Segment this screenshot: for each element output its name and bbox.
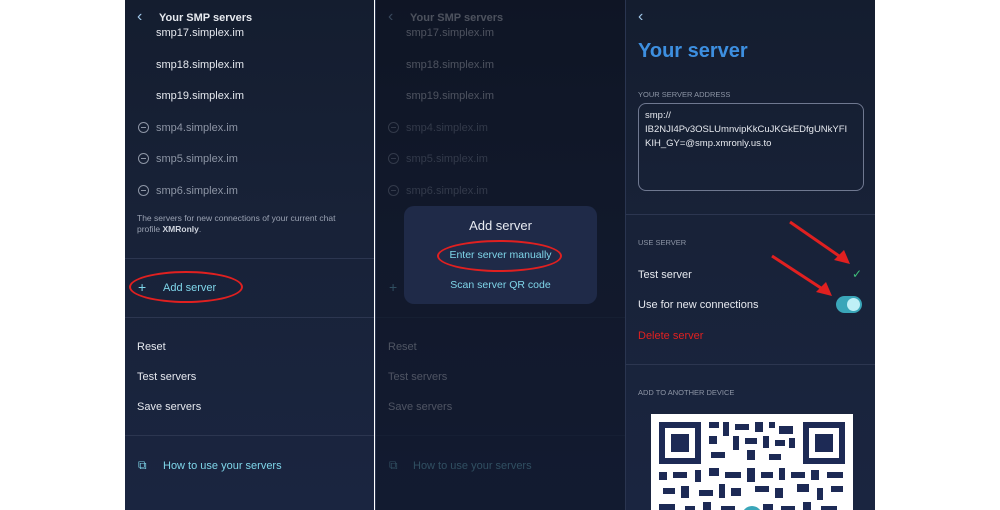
section-label: ADD TO ANOTHER DEVICE — [638, 388, 735, 397]
scan-qr-option[interactable]: Scan server QR code — [404, 279, 597, 291]
server-item-disabled[interactable]: smp5.simplex.im — [156, 153, 238, 165]
panel-server-list: ‹ Your SMP servers smp17.simplex.im smp1… — [125, 0, 374, 510]
divider — [626, 214, 875, 215]
page-title: Your server — [638, 40, 748, 62]
divider — [125, 435, 374, 436]
server-item[interactable]: smp18.simplex.im — [156, 59, 244, 71]
chevron-left-icon[interactable]: ‹ — [137, 8, 142, 26]
panel-add-server-dialog: ‹ Your SMP servers smp17.simplex.im smp1… — [376, 0, 625, 510]
server-item[interactable]: smp17.simplex.im — [156, 27, 244, 39]
divider — [125, 258, 374, 259]
divider — [125, 317, 374, 318]
divider — [626, 364, 875, 365]
test-servers-button[interactable]: Test servers — [137, 371, 196, 383]
test-server-button[interactable]: Test server — [638, 269, 692, 281]
server-address-field[interactable]: smp:// IB2NJI4Pv3OSLUmnvipKkCuJKGkEDfgUN… — [638, 103, 864, 191]
qr-pattern: ✕ — [659, 422, 845, 510]
highlight-ellipse — [129, 271, 243, 303]
chevron-left-icon[interactable]: ‹ — [638, 8, 643, 26]
highlight-ellipse — [437, 240, 562, 272]
server-item[interactable]: smp19.simplex.im — [156, 90, 244, 102]
use-for-new-label: Use for new connections — [638, 299, 759, 311]
annotation-arrow — [771, 254, 832, 296]
server-qr-code: ✕ — [651, 414, 853, 510]
profile-note: The servers for new connections of your … — [137, 213, 336, 234]
section-label: USE SERVER — [638, 238, 687, 247]
reset-button[interactable]: Reset — [137, 341, 166, 353]
server-item-disabled[interactable]: smp4.simplex.im — [156, 122, 238, 134]
page-title: Your SMP servers — [159, 12, 253, 24]
external-link-icon: ⧉ — [138, 458, 147, 472]
save-servers-button[interactable]: Save servers — [137, 401, 201, 413]
how-to-link[interactable]: How to use your servers — [163, 460, 282, 472]
dialog-title: Add server — [469, 218, 532, 233]
delete-server-button[interactable]: Delete server — [638, 330, 703, 342]
minus-circle-icon — [138, 153, 149, 164]
section-label: YOUR SERVER ADDRESS — [638, 90, 731, 99]
minus-circle-icon — [138, 185, 149, 196]
panel-server-details: ‹ Your server YOUR SERVER ADDRESS smp://… — [626, 0, 875, 510]
server-item-disabled[interactable]: smp6.simplex.im — [156, 185, 238, 197]
minus-circle-icon — [138, 122, 149, 133]
